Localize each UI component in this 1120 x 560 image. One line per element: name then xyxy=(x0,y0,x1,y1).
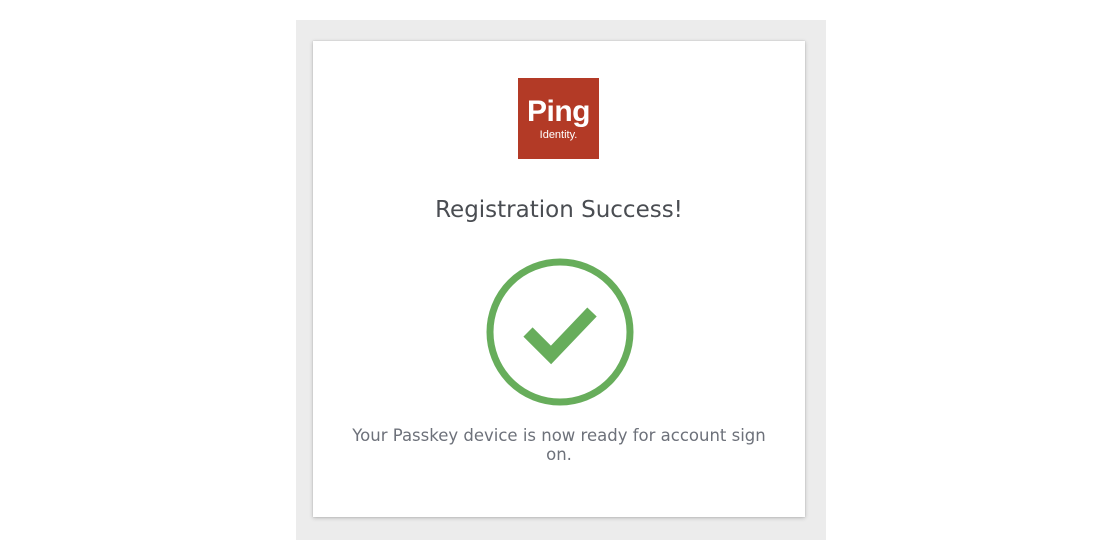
ping-identity-logo: Ping Identity. xyxy=(518,78,599,159)
page-title: Registration Success! xyxy=(435,197,683,223)
page-background: Ping Identity. Registration Success! You… xyxy=(296,20,826,540)
checkmark-circle-icon xyxy=(486,258,634,406)
success-message: Your Passkey device is now ready for acc… xyxy=(352,426,766,464)
registration-card: Ping Identity. Registration Success! You… xyxy=(313,41,805,517)
logo-subtitle: Identity. xyxy=(539,129,578,141)
logo-wordmark: Ping xyxy=(527,95,591,128)
